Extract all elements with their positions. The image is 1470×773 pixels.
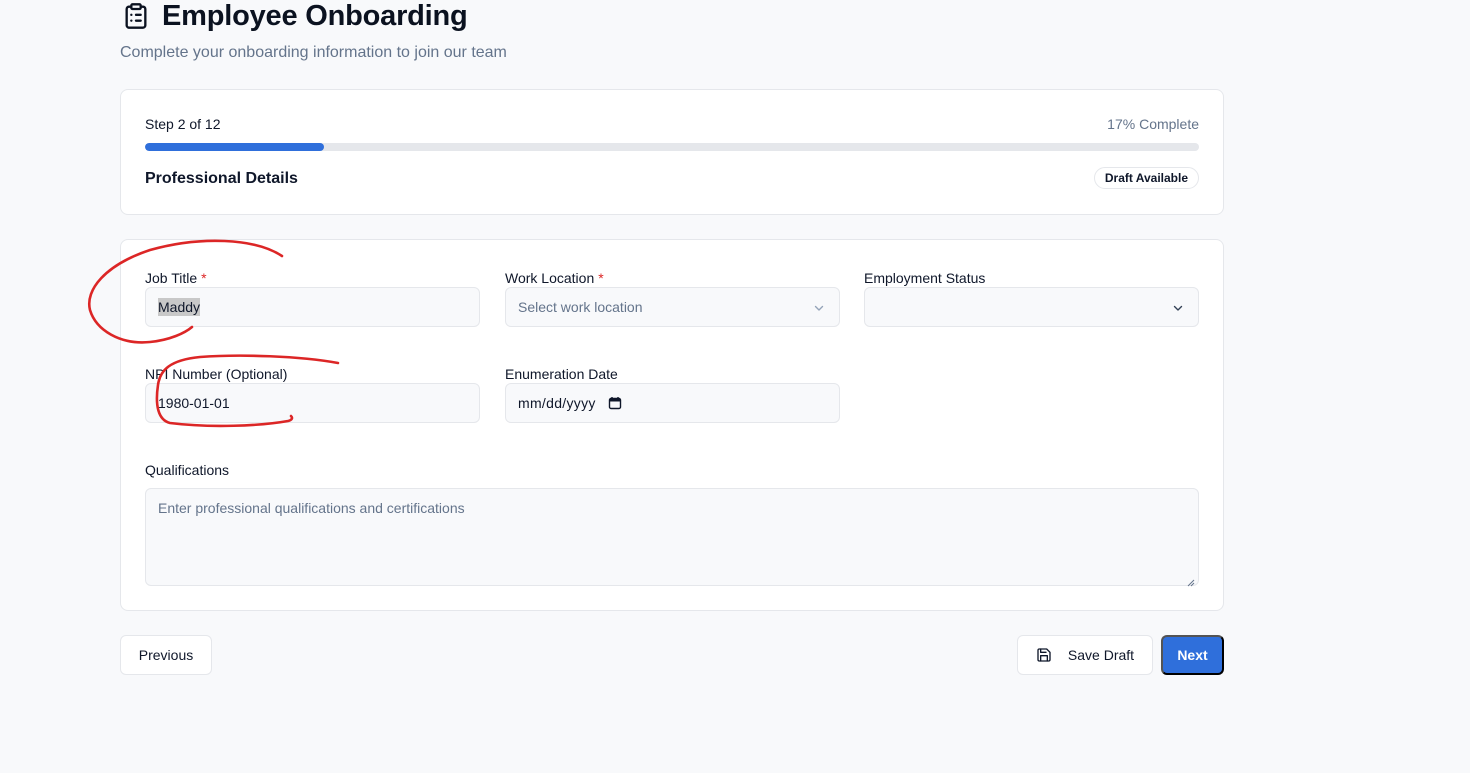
progress-bar <box>145 143 1199 151</box>
professional-details-form: Job Title * Maddy Work Location * Select w… <box>120 239 1224 611</box>
job-title-input[interactable]: Maddy <box>145 287 480 327</box>
enumeration-date-field: Enumeration Date mm/dd/yyyy <box>505 364 840 423</box>
step-label: Step 2 of 12 <box>145 116 221 132</box>
chevron-down-icon <box>813 301 825 313</box>
progress-card: Step 2 of 12 17% Complete Professional D… <box>120 89 1224 215</box>
work-location-label-text: Work Location <box>505 270 595 286</box>
clipboard-list-icon <box>122 2 150 30</box>
enumeration-date-input[interactable]: mm/dd/yyyy <box>505 383 840 423</box>
onboarding-page: Employee Onboarding Complete your onboar… <box>0 0 1470 773</box>
qualifications-textarea[interactable]: Enter professional qualifications and ce… <box>145 488 1199 587</box>
save-draft-label: Save Draft <box>1067 647 1135 663</box>
resize-handle-icon[interactable] <box>1187 574 1195 587</box>
work-location-select[interactable]: Select work location <box>505 287 840 327</box>
npi-number-field: NPI Number (Optional) 1980-01-01 <box>145 364 480 423</box>
npi-number-value: 1980-01-01 <box>158 395 230 411</box>
job-title-value: Maddy <box>158 298 201 316</box>
title-row: Employee Onboarding <box>120 0 507 32</box>
chevron-down-icon <box>1172 301 1184 313</box>
work-location-placeholder: Select work location <box>518 299 643 315</box>
page-subtitle: Complete your onboarding information to … <box>120 44 507 61</box>
calendar-icon[interactable] <box>608 396 622 410</box>
save-icon <box>1036 647 1052 663</box>
employment-status-field: Employment Status <box>864 268 1199 327</box>
npi-number-input[interactable]: 1980-01-01 <box>145 383 480 423</box>
employment-status-select[interactable] <box>864 287 1199 327</box>
percent-complete-label: 17% Complete <box>1107 116 1199 132</box>
npi-number-label: NPI Number (Optional) <box>145 366 288 382</box>
page-title: Employee Onboarding <box>162 0 468 32</box>
work-location-label: Work Location * <box>505 268 840 288</box>
work-location-field: Work Location * Select work location <box>505 268 840 327</box>
progress-header: Step 2 of 12 17% Complete <box>145 116 1199 132</box>
qualifications-label: Qualifications <box>145 462 230 478</box>
enumeration-date-label: Enumeration Date <box>505 366 618 382</box>
required-mark: * <box>598 270 604 286</box>
previous-button[interactable]: Previous <box>120 635 212 675</box>
section-title: Professional Details <box>145 170 298 187</box>
progress-bar-fill <box>145 143 325 151</box>
job-title-label: Job Title * <box>145 268 480 288</box>
enumeration-date-placeholder: mm/dd/yyyy <box>518 395 596 411</box>
next-button[interactable]: Next <box>1161 635 1224 675</box>
required-mark: * <box>201 270 207 286</box>
job-title-field: Job Title * Maddy <box>145 268 480 327</box>
qualifications-placeholder: Enter professional qualifications and ce… <box>158 500 465 516</box>
draft-available-badge: Draft Available <box>1093 167 1199 189</box>
job-title-label-text: Job Title <box>145 270 198 286</box>
employment-status-label: Employment Status <box>864 270 986 286</box>
page-header: Employee Onboarding Complete your onboar… <box>120 0 507 62</box>
save-draft-button[interactable]: Save Draft <box>1017 635 1153 675</box>
